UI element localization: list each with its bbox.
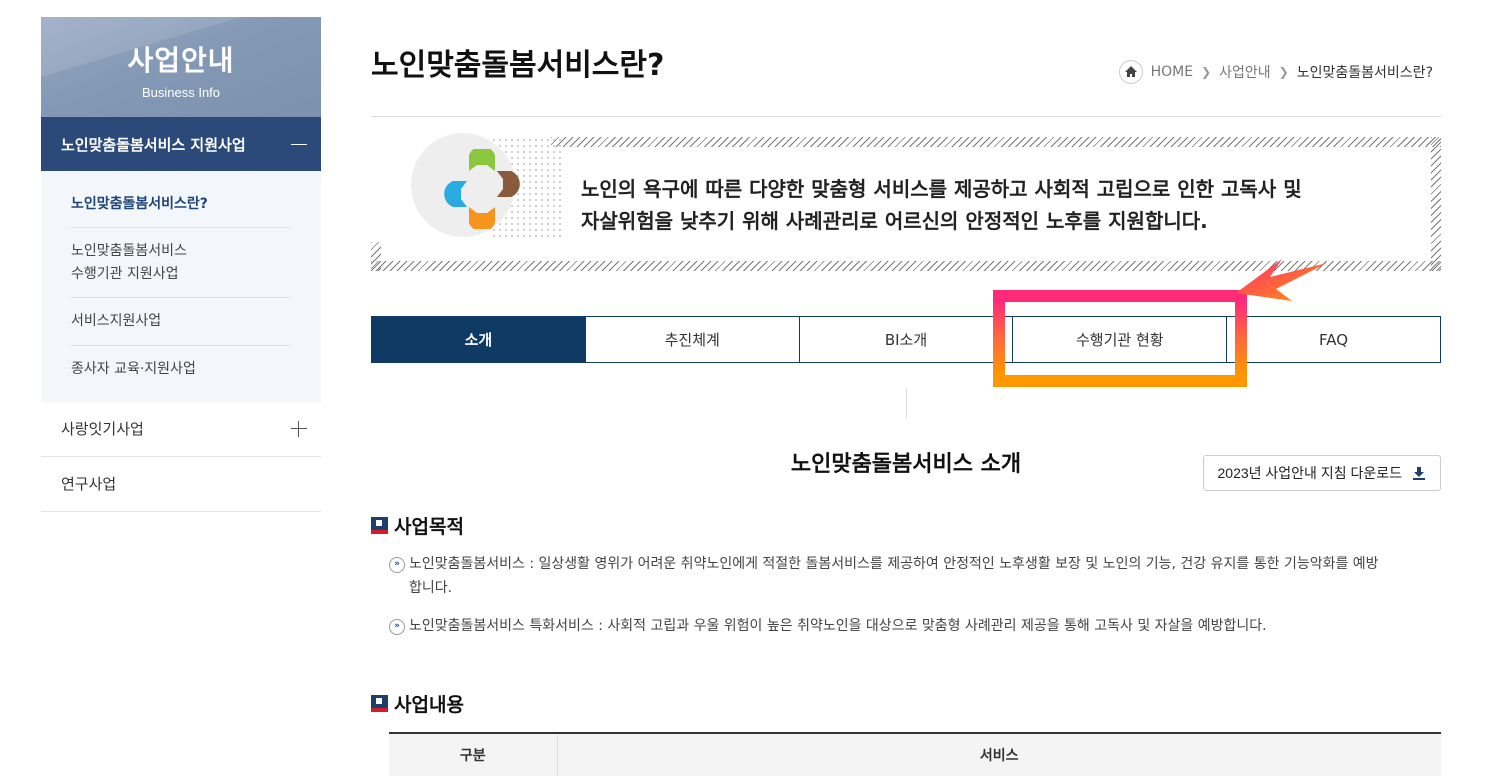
banner-line-1: 노인의 욕구에 따른 다양한 맞춤형 서비스를 제공하고 사회적 고립으로 인한… — [581, 177, 1302, 201]
purpose-heading-text: 사업목적 — [394, 516, 464, 538]
double-chevron-icon: » — [389, 619, 405, 635]
chevron-right-icon: ❯ — [1278, 65, 1289, 79]
tab-bar: 소개 추진체계 BI소개 수행기관 현황 FAQ — [371, 316, 1441, 363]
download-guide-button[interactable]: 2023년 사업안내 지침 다운로드 — [1202, 455, 1441, 491]
sidebar-item-label: 노인맞춤돌봄서비스 지원사업 — [61, 135, 246, 154]
chevron-right-icon: ❯ — [1201, 65, 1212, 79]
sidebar-item-love-link[interactable]: 사랑잇기사업 — [41, 402, 321, 457]
sidebar-subtitle: Business Info — [141, 85, 221, 100]
sidebar-item-care-support[interactable]: 노인맞춤돌봄서비스 지원사업 — [41, 117, 321, 171]
submenu-item-agency-support[interactable]: 노인맞춤돌봄서비스 수행기관 지원사업 — [71, 228, 291, 299]
heading-square-icon — [371, 695, 388, 712]
sidebar-item-label: 연구사업 — [61, 475, 117, 494]
table-header-service: 서비스 — [557, 733, 1441, 776]
banner-hatch — [371, 242, 381, 271]
purpose-text-2: 노인맞춤돌봄서비스 특화서비스 : 사회적 고립과 우울 위험이 높은 취약노인… — [409, 618, 1267, 634]
banner-line-2: 자살위험을 낮추기 위해 사례관리로 어르신의 안정적인 노후를 지원합니다. — [581, 209, 1208, 233]
annotation-arrow-icon — [1236, 259, 1327, 301]
tab-system[interactable]: 추진체계 — [585, 317, 800, 362]
submenu-item-service-support[interactable]: 서비스지원사업 — [71, 298, 291, 346]
list-item: » 노인맞춤돌봄서비스 특화서비스 : 사회적 고립과 우울 위험이 높은 취약… — [389, 615, 1389, 639]
breadcrumb: HOME ❯ 사업안내 ❯ 노인맞춤돌봄서비스란? — [1118, 60, 1433, 84]
tab-intro[interactable]: 소개 — [372, 317, 586, 362]
section-divider — [906, 388, 907, 418]
tab-faq[interactable]: FAQ — [1227, 317, 1440, 362]
table-header-category: 구분 — [389, 733, 558, 776]
sidebar-item-research[interactable]: 연구사업 — [41, 457, 321, 512]
content-heading: 사업내용 — [371, 690, 464, 717]
sidebar-header: 사업안내 Business Info — [41, 17, 321, 117]
breadcrumb-current: 노인맞춤돌봄서비스란? — [1296, 65, 1433, 81]
download-icon — [1413, 467, 1425, 480]
list-item: » 노인맞춤돌봄서비스 : 일상생활 영위가 어려운 취약노인에게 적절한 돌봄… — [389, 553, 1389, 601]
breadcrumb-home[interactable]: HOME — [1151, 64, 1193, 80]
plus-icon[interactable] — [291, 420, 307, 437]
banner-hatch — [1431, 137, 1441, 271]
page-title: 노인맞춤돌봄서비스란? — [371, 48, 665, 83]
care-service-logo-icon — [444, 149, 520, 229]
sidebar-title: 사업안내 — [127, 44, 235, 77]
breadcrumb-business[interactable]: 사업안내 — [1219, 62, 1271, 82]
content-heading-text: 사업내용 — [394, 694, 464, 716]
intro-banner: 노인의 욕구에 따른 다양한 맞춤형 서비스를 제공하고 사회적 고립으로 인한… — [371, 133, 1441, 271]
download-button-label: 2023년 사업안내 지침 다운로드 — [1217, 465, 1403, 481]
submenu-item-staff-training[interactable]: 종사자 교육·지원사업 — [71, 346, 291, 392]
banner-text: 노인의 욕구에 따른 다양한 맞춤형 서비스를 제공하고 사회적 고립으로 인한… — [581, 173, 1302, 237]
title-divider — [371, 116, 1441, 117]
double-chevron-icon: » — [389, 557, 405, 573]
heading-square-icon — [371, 517, 388, 534]
content-table: 구분 서비스 — [389, 732, 1441, 776]
sidebar-item-label: 사랑잇기사업 — [61, 420, 144, 439]
purpose-heading: 사업목적 — [371, 512, 464, 539]
tab-bi[interactable]: BI소개 — [799, 317, 1014, 362]
sidebar: 사업안내 Business Info 노인맞춤돌봄서비스 지원사업 노인맞춤돌봄… — [41, 17, 321, 512]
annotation-highlight-box — [993, 290, 1247, 387]
submenu-item-what-is[interactable]: 노인맞춤돌봄서비스란? — [71, 181, 291, 229]
purpose-text-1: 노인맞춤돌봄서비스 : 일상생활 영위가 어려운 취약노인에게 적절한 돌봄서비… — [409, 556, 1379, 596]
minus-icon[interactable] — [291, 143, 307, 145]
home-icon[interactable] — [1118, 60, 1143, 84]
banner-hatch — [551, 137, 1441, 147]
sidebar-submenu: 노인맞춤돌봄서비스란? 노인맞춤돌봄서비스 수행기관 지원사업 서비스지원사업 종… — [41, 171, 321, 402]
